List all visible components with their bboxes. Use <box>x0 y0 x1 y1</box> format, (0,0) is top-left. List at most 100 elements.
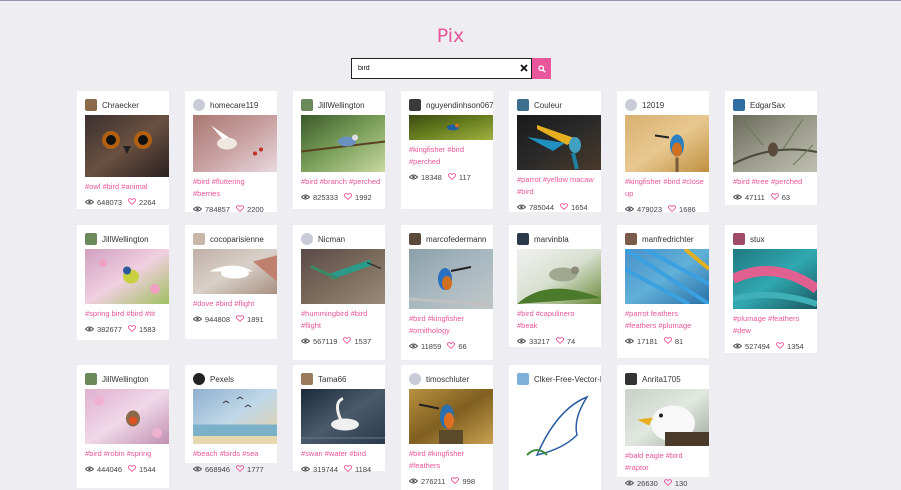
tag-list[interactable]: #bird #kingfisher #ornithology <box>409 313 489 337</box>
heart-icon[interactable] <box>663 336 672 346</box>
photo[interactable] <box>85 249 169 304</box>
image-card[interactable]: manfredrichter #parrot feathers #feathers… <box>617 225 711 358</box>
avatar[interactable] <box>85 373 97 385</box>
author-name[interactable]: Tama66 <box>318 375 346 384</box>
image-card[interactable]: EdgarSax #bird #tree #perched 47111 63 <box>725 91 818 205</box>
photo[interactable] <box>301 249 385 304</box>
author-name[interactable]: homecare119 <box>210 101 258 110</box>
photo[interactable] <box>301 389 385 444</box>
tag-list[interactable]: #owl #bird #animal <box>85 181 165 193</box>
heart-icon[interactable] <box>663 478 672 488</box>
tag-list[interactable]: #bird #tree #perched <box>733 176 813 188</box>
heart-icon[interactable] <box>236 464 245 474</box>
avatar[interactable] <box>409 233 421 245</box>
avatar[interactable] <box>733 233 745 245</box>
avatar[interactable] <box>193 233 205 245</box>
heart-icon[interactable] <box>344 464 353 474</box>
avatar[interactable] <box>733 99 745 111</box>
avatar[interactable] <box>85 233 97 245</box>
avatar[interactable] <box>625 233 637 245</box>
image-card[interactable]: 12019 #kingfisher #bird #close up 479023 16… <box>617 91 709 214</box>
avatar[interactable] <box>301 373 313 385</box>
author-name[interactable]: nguyendinhson067 <box>426 101 493 110</box>
image-card[interactable]: homecare119 #bird #fluttering #berries 784… <box>185 91 277 214</box>
photo[interactable] <box>300 115 386 172</box>
image-card[interactable]: Nicman #hummingbird #bird #flight 567119 15… <box>293 225 385 360</box>
tag-list[interactable]: #hummingbird #bird #flight <box>301 308 381 332</box>
photo[interactable] <box>85 389 169 444</box>
image-card[interactable]: JillWellington #bird #branch #perched 8253… <box>293 91 386 209</box>
tag-list[interactable]: #bald eagle #bird #raptor <box>625 450 705 474</box>
image-card[interactable]: Anrita1705 #bald eagle #bird #raptor 26630… <box>617 365 709 488</box>
author-name[interactable]: marcofedermann <box>426 235 486 244</box>
photo[interactable] <box>517 115 601 170</box>
avatar[interactable] <box>625 373 637 385</box>
image-card[interactable]: timoschluter #bird #kingfisher #feathers 2… <box>401 365 493 490</box>
avatar[interactable] <box>301 99 313 111</box>
heart-icon[interactable] <box>447 341 456 351</box>
author-name[interactable]: 12019 <box>642 101 664 110</box>
heart-icon[interactable] <box>128 197 137 207</box>
photo[interactable] <box>409 389 493 444</box>
image-card[interactable]: nguyendinhson067 #kingfisher #bird #perch… <box>401 91 493 209</box>
photo[interactable] <box>730 249 820 309</box>
heart-icon[interactable] <box>447 172 456 182</box>
tag-list[interactable]: #kingfisher #bird #close up <box>625 176 705 200</box>
tag-list[interactable]: #bird #robin #spring <box>85 448 165 460</box>
image-card[interactable]: Couleur #parrot #yellow macaw #bird 785044… <box>509 91 601 212</box>
image-card[interactable]: JillWellington #spring bird #bird #tit 382… <box>77 225 169 340</box>
image-card[interactable]: JillWellington #bird #robin #spring 444046… <box>77 365 169 488</box>
avatar[interactable] <box>301 233 313 245</box>
clear-search-button[interactable] <box>517 63 531 75</box>
avatar[interactable] <box>409 99 421 111</box>
avatar[interactable] <box>517 233 529 245</box>
tag-list[interactable]: #bird #capulinero #beak <box>517 308 597 332</box>
heart-icon[interactable] <box>128 324 137 334</box>
image-card[interactable]: Chraecker #owl #bird #animal 648073 2264 <box>77 91 169 209</box>
search-button[interactable] <box>532 58 551 79</box>
photo[interactable] <box>623 247 711 306</box>
search-input[interactable] <box>352 59 517 78</box>
heart-icon[interactable] <box>668 204 677 214</box>
heart-icon[interactable] <box>236 204 245 214</box>
image-card[interactable]: cocoparisienne #dove #bird #flight 944808 1… <box>185 225 277 339</box>
image-card[interactable]: Clker-Free-Vector-Images <box>509 365 601 490</box>
heart-icon[interactable] <box>236 314 245 324</box>
author-name[interactable]: Pexels <box>210 375 234 384</box>
author-name[interactable]: stux <box>750 235 765 244</box>
avatar[interactable] <box>517 99 529 111</box>
image-card[interactable]: stux #plumage #feathers #dew 527494 1354 <box>725 225 820 353</box>
author-name[interactable]: EdgarSax <box>750 101 785 110</box>
tag-list[interactable]: #dove #bird #flight <box>193 298 273 310</box>
tag-list[interactable]: #kingfisher #bird #perched <box>409 144 489 168</box>
heart-icon[interactable] <box>344 192 353 202</box>
author-name[interactable]: Couleur <box>534 101 562 110</box>
avatar[interactable] <box>193 373 205 385</box>
author-name[interactable]: Nicman <box>318 235 345 244</box>
photo[interactable] <box>409 115 493 140</box>
avatar[interactable] <box>193 99 205 111</box>
heart-icon[interactable] <box>343 336 352 346</box>
heart-icon[interactable] <box>776 341 785 351</box>
tag-list[interactable]: #spring bird #bird #tit <box>85 308 165 320</box>
tag-list[interactable]: #parrot feathers #feathers #plumage <box>625 308 705 332</box>
photo[interactable] <box>517 389 601 469</box>
heart-icon[interactable] <box>555 336 564 346</box>
tag-list[interactable]: #bird #branch #perched <box>301 176 381 188</box>
photo[interactable] <box>625 115 709 172</box>
avatar[interactable] <box>85 99 97 111</box>
image-card[interactable]: marcofedermann #bird #kingfisher #ornitho… <box>401 225 494 360</box>
tag-list[interactable]: #parrot #yellow macaw #bird <box>517 174 597 198</box>
tag-list[interactable]: #plumage #feathers #dew <box>733 313 813 337</box>
photo[interactable] <box>193 389 277 444</box>
author-name[interactable]: JillWellington <box>102 375 149 384</box>
avatar[interactable] <box>517 373 529 385</box>
photo[interactable] <box>732 115 818 172</box>
photo[interactable] <box>408 249 494 309</box>
tag-list[interactable]: #swan #water #bird <box>301 448 381 460</box>
photo[interactable] <box>85 115 169 177</box>
author-name[interactable]: timoschluter <box>426 375 469 384</box>
heart-icon[interactable] <box>560 202 569 212</box>
image-card[interactable]: marvinbla #bird #capulinero #beak 33217 74 <box>509 225 601 347</box>
heart-icon[interactable] <box>451 476 460 486</box>
